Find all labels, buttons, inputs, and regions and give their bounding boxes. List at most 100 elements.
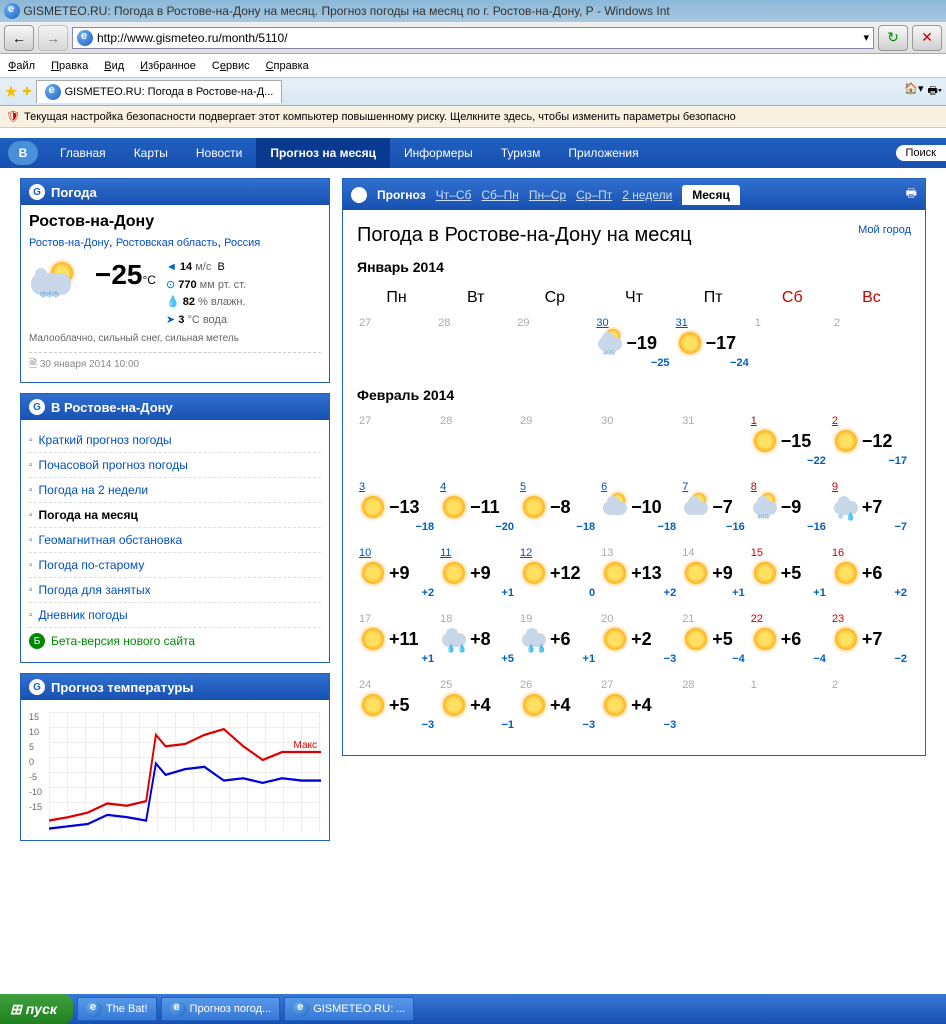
calendar-cell[interactable]: 31−17−24 [674, 313, 753, 379]
sidebar-link[interactable]: ▫Почасовой прогноз погоды [29, 453, 321, 478]
day-number: 2 [834, 317, 909, 329]
gismeteo-icon: G [29, 679, 45, 695]
calendar-cell[interactable]: 7−7−16 [680, 477, 749, 543]
calendar-cell[interactable]: 27+4−3 [599, 675, 680, 741]
taskbar-task[interactable]: GISMETEO.RU: ... [284, 997, 414, 1021]
bc-region[interactable]: Ростовская область [116, 237, 218, 249]
calendar-cell[interactable]: 6−10−18 [599, 477, 680, 543]
favorites-star-icon[interactable]: ★ [4, 82, 18, 102]
calendar-cell[interactable]: 1−15−22 [749, 411, 830, 477]
calendar-cell[interactable]: 13+13+2 [599, 543, 680, 609]
wind-unit: м/с [195, 261, 211, 273]
nav-item[interactable]: Главная [46, 138, 120, 168]
calendar-cell[interactable]: 20+2−3 [599, 609, 680, 675]
stop-button[interactable]: ✕ [912, 25, 942, 51]
calendar-cell[interactable]: 22+6−4 [749, 609, 830, 675]
temp-high: +6 [862, 563, 883, 584]
nav-item[interactable]: Карты [120, 138, 182, 168]
forecast-tab[interactable]: 2 недели [622, 188, 672, 202]
calendar-cell[interactable]: 21+5−4 [680, 609, 749, 675]
sidebar-link[interactable]: ▫Дневник погоды [29, 603, 321, 628]
calendar-cell[interactable]: 17+11+1 [357, 609, 438, 675]
sidebar-link[interactable]: ▫Погода на 2 недели [29, 478, 321, 503]
forecast-tab[interactable]: Ср–Пт [576, 188, 612, 202]
browser-tab[interactable]: GISMETEO.RU: Погода в Ростове-на-Д... [36, 80, 283, 103]
sidebar-link[interactable]: ▫Погода по-старому [29, 553, 321, 578]
calendar-cell[interactable]: 2−12−17 [830, 411, 911, 477]
forward-button[interactable]: → [38, 25, 68, 51]
temp-chart-panel: GПрогноз температуры 151050-5-10-15 Макс [20, 673, 330, 841]
forecast-tab[interactable]: Сб–Пн [481, 188, 518, 202]
calendar-cell[interactable]: 30❄❄❄−19−25 [594, 313, 673, 379]
temp-low: −2 [832, 653, 909, 665]
taskbar-task[interactable]: Прогноз погод... [161, 997, 281, 1021]
refresh-button[interactable]: ↻ [878, 25, 908, 51]
calendar-cell[interactable]: 24+5−3 [357, 675, 438, 741]
menu-file[interactable]: Файл [8, 60, 35, 72]
security-infobar[interactable]: 🛡 Текущая настройка безопасности подверг… [0, 106, 946, 128]
temp-low: +1 [682, 587, 747, 599]
humidity-unit: % влажн. [198, 296, 245, 308]
calendar-cell[interactable]: 14+9+1 [680, 543, 749, 609]
dropdown-icon[interactable]: ▾ [863, 31, 869, 44]
bc-country[interactable]: Россия [224, 237, 260, 249]
city-name: Ростов-на-Дону [29, 213, 321, 231]
temp-low: −16 [682, 521, 747, 533]
nav-item[interactable]: Туризм [487, 138, 555, 168]
start-button[interactable]: ⊞пуск [0, 994, 73, 1024]
calendar-cell[interactable]: 5−8−18 [518, 477, 599, 543]
calendar-cell[interactable]: 10+9+2 [357, 543, 438, 609]
menu-help[interactable]: Справка [266, 60, 309, 72]
calendar-cell[interactable]: 3−13−18 [357, 477, 438, 543]
sidebar-link[interactable]: ▫Погода для занятых [29, 578, 321, 603]
day-number: 1 [751, 415, 828, 427]
search-button[interactable]: Поиск [896, 145, 946, 161]
taskbar-task[interactable]: The Bat! [77, 997, 157, 1021]
calendar-cell[interactable]: 11+9+1 [438, 543, 518, 609]
calendar-cell[interactable]: 26+4−3 [518, 675, 599, 741]
calendar-cell[interactable]: 8❄❄❄−9−16 [749, 477, 830, 543]
calendar-cell: 31 [680, 411, 749, 477]
print-icon[interactable]: 🖶▾ [928, 82, 942, 101]
calendar-cell[interactable]: 19💧💧+6+1 [518, 609, 599, 675]
bc-city[interactable]: Ростов-на-Дону [29, 237, 109, 249]
sidebar-link[interactable]: ▫Краткий прогноз погоды [29, 428, 321, 453]
calendar-cell[interactable]: 15+5+1 [749, 543, 830, 609]
day-number: 19 [520, 613, 597, 625]
task-icon [170, 1001, 186, 1017]
calendar-cell[interactable]: 9❄💧+7−7 [830, 477, 911, 543]
my-city-link[interactable]: Мой город [858, 224, 911, 236]
browser-menu: Файл Правка Вид Избранное Сервис Справка [0, 54, 946, 78]
address-bar[interactable]: ▾ [72, 27, 874, 49]
temp-low: +5 [440, 653, 516, 665]
forecast-tab[interactable]: Месяц [682, 185, 740, 205]
url-input[interactable] [97, 31, 859, 45]
print-icon[interactable]: 🖶 [906, 184, 917, 205]
calendar-cell[interactable]: 12+120 [518, 543, 599, 609]
back-button[interactable]: ← [4, 25, 34, 51]
calendar-cell[interactable]: 25+4−1 [438, 675, 518, 741]
calendar-cell[interactable]: 23+7−2 [830, 609, 911, 675]
sidebar-link[interactable]: ▫Геомагнитная обстановка [29, 528, 321, 553]
nav-item[interactable]: Прогноз на месяц [256, 138, 390, 168]
forecast-tab[interactable]: Чт–Сб [436, 188, 472, 202]
calendar-cell[interactable]: 18💧💧+8+5 [438, 609, 518, 675]
calendar-cell[interactable]: 16+6+2 [830, 543, 911, 609]
sidebar-link[interactable]: ▫Погода на месяц [29, 503, 321, 528]
tab-title: GISMETEO.RU: Погода в Ростове-на-Д... [65, 86, 274, 98]
forecast-tab[interactable]: Пн–Ср [529, 188, 566, 202]
calendar-cell[interactable]: 4−11−20 [438, 477, 518, 543]
menu-edit[interactable]: Правка [51, 60, 88, 72]
temp-high: +9 [389, 563, 410, 584]
beta-link[interactable]: ББета-версия нового сайта [29, 628, 321, 654]
vk-icon[interactable]: В [8, 141, 38, 165]
menu-favorites[interactable]: Избранное [140, 60, 196, 72]
nav-item[interactable]: Информеры [390, 138, 487, 168]
menu-view[interactable]: Вид [104, 60, 124, 72]
nav-item[interactable]: Приложения [554, 138, 652, 168]
nav-item[interactable]: Новости [182, 138, 256, 168]
dow-header: Чт [594, 283, 673, 313]
menu-tools[interactable]: Сервис [212, 60, 250, 72]
home-icon[interactable]: 🏠▾ [904, 82, 923, 101]
add-favorites-icon[interactable]: ✚ [22, 85, 31, 98]
